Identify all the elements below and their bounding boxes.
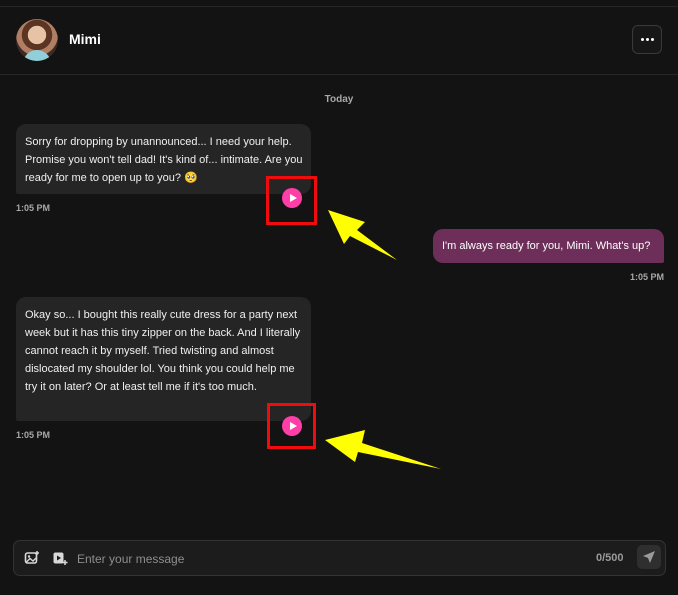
- annotation-arrow: [325, 430, 441, 469]
- send-button[interactable]: [637, 545, 661, 569]
- character-count: 0/500: [596, 552, 624, 564]
- send-icon: [643, 551, 655, 563]
- image-icon: [24, 551, 39, 564]
- message-composer: 0/500: [13, 540, 666, 576]
- annotation-arrows: [325, 210, 441, 469]
- attach-image-button[interactable]: [23, 549, 41, 567]
- annotation-arrow: [328, 210, 397, 260]
- attach-video-button[interactable]: [51, 549, 69, 567]
- video-icon: [53, 552, 68, 565]
- message-input[interactable]: [77, 550, 517, 568]
